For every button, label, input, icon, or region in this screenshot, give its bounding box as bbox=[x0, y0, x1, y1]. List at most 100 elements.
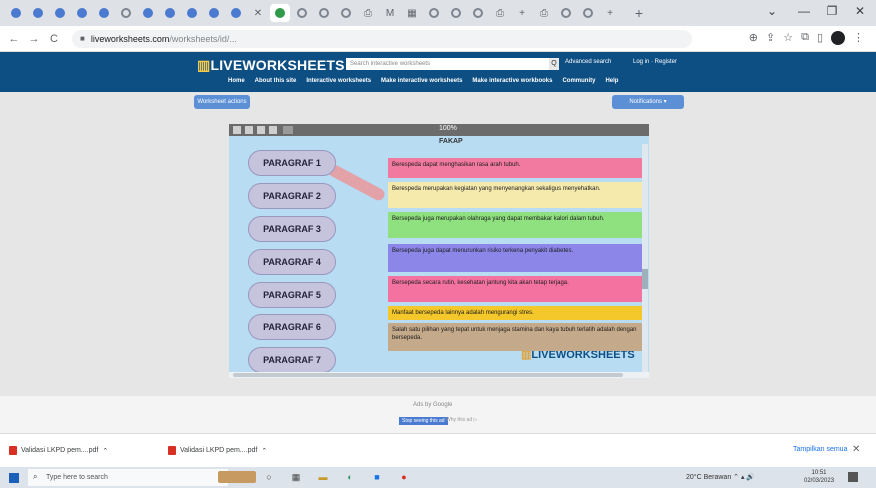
chevron-up-icon[interactable]: ⌃ bbox=[102, 447, 108, 455]
search-button[interactable]: Q bbox=[549, 58, 559, 70]
reload-icon[interactable]: C bbox=[46, 33, 62, 45]
browser-tab[interactable] bbox=[72, 4, 92, 22]
close-downloads-icon[interactable]: ✕ bbox=[852, 444, 860, 455]
tool-select-icon[interactable] bbox=[233, 126, 241, 134]
zoom-icon[interactable]: ⊕ bbox=[749, 31, 758, 45]
tool-color-icon[interactable] bbox=[283, 126, 293, 134]
browser-tab[interactable] bbox=[270, 4, 290, 22]
paragraph-button[interactable]: PARAGRAF 2 bbox=[248, 183, 336, 209]
menu-icon[interactable]: ⋮ bbox=[853, 31, 864, 45]
browser-tab[interactable] bbox=[6, 4, 26, 22]
system-tray[interactable]: 20°C Berawan ⌃ ▴ 🔊 bbox=[686, 473, 755, 481]
tab-search-icon[interactable]: ⌄ bbox=[762, 4, 782, 18]
browser-tab[interactable] bbox=[424, 4, 444, 22]
site-search-input[interactable]: Search interactive worksheets bbox=[346, 58, 556, 70]
profile-avatar[interactable] bbox=[831, 31, 845, 45]
browser-tab[interactable] bbox=[468, 4, 488, 22]
stop-ad-button[interactable]: Stop seeing this ad bbox=[399, 417, 448, 425]
notifications-button[interactable]: Notifications ▾ bbox=[612, 95, 684, 109]
system-clock[interactable]: 10:51 02/03/2023 bbox=[804, 469, 834, 485]
browser-tab[interactable] bbox=[556, 4, 576, 22]
site-nav-item[interactable]: Make interactive workbooks bbox=[472, 78, 552, 84]
browser-tab[interactable]: M bbox=[380, 4, 400, 22]
paragraph-button[interactable]: PARAGRAF 3 bbox=[248, 216, 336, 242]
word-app-icon[interactable]: ■ bbox=[371, 471, 383, 483]
browser-tab[interactable]: ⎙ bbox=[490, 4, 510, 22]
browser-tab[interactable]: ▦ bbox=[402, 4, 422, 22]
tool-eraser-icon[interactable] bbox=[257, 126, 265, 134]
show-all-downloads-link[interactable]: Tampilkan semua bbox=[793, 446, 847, 453]
chrome-app-icon[interactable]: ● bbox=[398, 471, 410, 483]
site-nav-item[interactable]: Help bbox=[605, 78, 618, 84]
minimize-icon[interactable]: — bbox=[794, 4, 814, 18]
answer-box[interactable]: Bersepeda juga dapat menurunkan risiko t… bbox=[388, 244, 642, 272]
browser-tab[interactable] bbox=[28, 4, 48, 22]
browser-tab[interactable]: + bbox=[512, 4, 532, 22]
extensions-icon[interactable]: ⧉ bbox=[801, 31, 809, 45]
widgets-icon[interactable]: ▦ bbox=[290, 471, 302, 483]
why-ad-link[interactable]: Why this ad ▷ bbox=[446, 417, 477, 423]
answer-box[interactable]: Berespeda merupakan kegiatan yang menyen… bbox=[388, 182, 642, 208]
browser-tab[interactable]: + bbox=[600, 4, 620, 22]
download-item[interactable]: Validasi LKPD pem....pdf ⌃ bbox=[9, 446, 108, 455]
site-nav-item[interactable]: About this site bbox=[255, 78, 297, 84]
address-bar[interactable]: ■ liveworksheets.com /worksheets/id/... bbox=[72, 29, 692, 48]
forward-icon[interactable]: → bbox=[26, 33, 42, 45]
news-widget-icon[interactable] bbox=[218, 471, 256, 483]
share-icon[interactable]: ⇪ bbox=[766, 31, 775, 45]
paragraph-button[interactable]: PARAGRAF 7 bbox=[248, 347, 336, 372]
browser-tab[interactable] bbox=[160, 4, 180, 22]
chevron-up-icon[interactable]: ⌃ bbox=[261, 447, 267, 455]
browser-tab[interactable] bbox=[578, 4, 598, 22]
task-view-icon[interactable]: ○ bbox=[263, 471, 275, 483]
advanced-search-link[interactable]: Advanced search bbox=[565, 59, 611, 65]
browser-tab[interactable] bbox=[138, 4, 158, 22]
site-nav-item[interactable]: Community bbox=[562, 78, 595, 84]
tool-text-icon[interactable] bbox=[269, 126, 277, 134]
browser-tab[interactable] bbox=[292, 4, 312, 22]
answer-box[interactable]: Bersepeda secara rutin, kesehatan jantun… bbox=[388, 276, 642, 302]
browser-tab[interactable] bbox=[336, 4, 356, 22]
hscroll-thumb[interactable] bbox=[233, 373, 623, 377]
browser-tab[interactable] bbox=[182, 4, 202, 22]
windows-start-icon[interactable] bbox=[9, 473, 19, 483]
browser-tab[interactable] bbox=[314, 4, 334, 22]
new-tab-icon[interactable]: + bbox=[630, 5, 648, 21]
download-item[interactable]: Validasi LKPD pem....pdf ⌃ bbox=[168, 446, 267, 455]
paragraph-button[interactable]: PARAGRAF 6 bbox=[248, 314, 336, 340]
browser-tab[interactable] bbox=[446, 4, 466, 22]
worksheet-actions-button[interactable]: Worksheet actions bbox=[194, 95, 250, 109]
site-nav-item[interactable]: Home bbox=[228, 78, 245, 84]
paragraph-button[interactable]: PARAGRAF 5 bbox=[248, 282, 336, 308]
notifications-icon[interactable] bbox=[848, 472, 858, 482]
browser-tab[interactable]: ✕ bbox=[248, 4, 268, 22]
maximize-icon[interactable]: ❐ bbox=[822, 4, 842, 18]
browser-tab[interactable] bbox=[226, 4, 246, 22]
browser-tab[interactable] bbox=[50, 4, 70, 22]
paragraph-button[interactable]: PARAGRAF 4 bbox=[248, 249, 336, 275]
browser-tab[interactable] bbox=[94, 4, 114, 22]
site-nav-item[interactable]: Make interactive worksheets bbox=[381, 78, 462, 84]
worksheet-horizontal-scrollbar[interactable] bbox=[229, 372, 649, 378]
close-window-icon[interactable]: ✕ bbox=[850, 4, 870, 18]
file-explorer-icon[interactable]: ▬ bbox=[317, 471, 329, 483]
scroll-thumb[interactable] bbox=[642, 269, 648, 289]
bookmark-star-icon[interactable]: ☆ bbox=[783, 31, 793, 45]
answer-box[interactable]: Bersepeda juga merupakan olahraga yang d… bbox=[388, 212, 642, 238]
browser-tab[interactable] bbox=[204, 4, 224, 22]
answer-box[interactable]: Manfaat bersepeda lainnya adalah mengura… bbox=[388, 306, 642, 320]
back-icon[interactable]: ← bbox=[6, 33, 22, 45]
browser-tab[interactable] bbox=[116, 4, 136, 22]
site-logo[interactable]: ▥LIVEWORKSHEETS bbox=[197, 57, 345, 74]
tool-pencil-icon[interactable] bbox=[245, 126, 253, 134]
login-link[interactable]: Log in · Register bbox=[633, 59, 677, 65]
paragraph-button[interactable]: PARAGRAF 1 bbox=[248, 150, 336, 176]
browser-tab[interactable]: ⎙ bbox=[534, 4, 554, 22]
sidepanel-icon[interactable]: ▯ bbox=[817, 31, 823, 45]
taskbar-search-input[interactable]: Type here to search bbox=[28, 469, 228, 486]
edge-browser-icon[interactable]: ◐ bbox=[344, 471, 356, 483]
worksheet-vertical-scrollbar[interactable] bbox=[642, 144, 648, 372]
browser-tab[interactable]: ⎙ bbox=[358, 4, 378, 22]
site-nav-item[interactable]: Interactive worksheets bbox=[306, 78, 371, 84]
answer-box[interactable]: Berespeda dapat menghasikan rasa arah tu… bbox=[388, 158, 642, 178]
